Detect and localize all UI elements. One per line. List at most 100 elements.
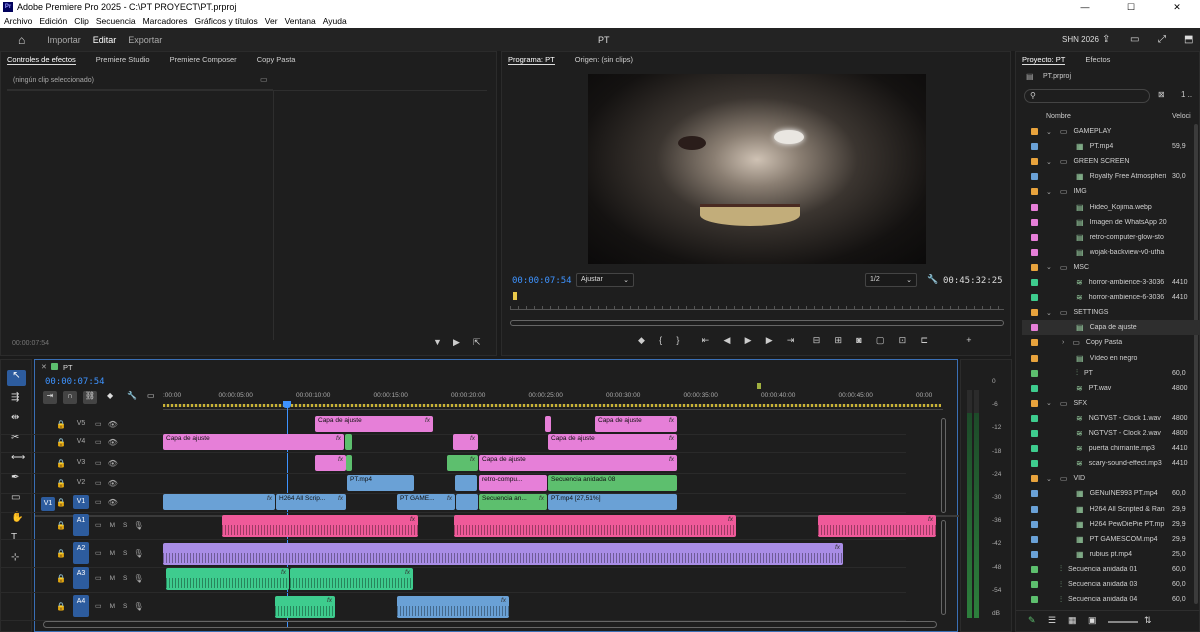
step-back-icon[interactable]: ◀ [723,335,730,346]
in-icon[interactable]: { [659,335,662,345]
track-select-icon[interactable]: ⇶ [11,392,19,403]
audio-scrollbar[interactable] [941,520,946,615]
proxy-icon[interactable]: ⊡ [899,335,907,346]
project-item[interactable]: ⌄ ▭ IMG [1022,184,1200,199]
timeline-clip[interactable]: fx [222,515,418,537]
menu-item[interactable]: Edición [39,16,67,26]
label-color[interactable] [1031,248,1038,256]
extract-icon[interactable]: ⊞ [834,335,842,346]
horizontal-scrollbar[interactable] [43,621,937,628]
tab-premiere-studio[interactable]: Premiere Studio [96,55,150,64]
menu-item[interactable]: Ver [265,16,278,26]
track-target-v1[interactable]: V1 [72,495,89,509]
tab-program[interactable]: Programa: PT [508,55,555,65]
menu-item[interactable]: Gráficos y títulos [194,16,257,26]
tab-effect-controls[interactable]: Controles de efectos [7,55,76,65]
microphone-icon[interactable]: 🎙 [133,602,143,611]
chevron-down-icon[interactable]: ⌄ [1046,188,1052,196]
sequence-tab[interactable]: PT [63,363,73,372]
label-color[interactable] [1031,550,1038,558]
project-item[interactable]: ≋ scary-sound-effect.mp3 4410 [1022,456,1200,471]
goto-in-icon[interactable]: ⇤ [702,335,710,346]
export-icon[interactable]: ⇱ [473,337,481,348]
lock-icon[interactable]: 🔒 [56,498,66,507]
sequence-marker[interactable] [757,383,761,389]
solo-button[interactable]: S [123,603,127,610]
close-icon[interactable]: ✕ [41,363,47,371]
lock-icon[interactable]: 🔒 [56,459,66,468]
share-icon[interactable]: ⇪ [1102,34,1110,45]
magnet-icon[interactable]: ∩ [63,391,77,404]
menu-item[interactable]: Ventana [285,16,316,26]
project-item[interactable]: ▤ Vídeo en negro [1022,351,1200,366]
go-to-start-icon[interactable]: ▶ [453,337,460,348]
lock-icon[interactable]: 🔒 [56,549,66,558]
label-color[interactable] [1031,309,1038,317]
project-item[interactable]: ⫶ PT 60,0 [1022,366,1200,381]
project-item[interactable]: ≋ horror-ambience-3-3036 4410 [1022,275,1200,290]
add-marker-icon[interactable]: ◆ [107,391,113,400]
snap-icon[interactable]: ⇥ [43,391,57,404]
fullscreen-icon[interactable]: ⤢ [1158,34,1166,45]
project-item[interactable]: › ▭ Copy Pasta [1022,335,1200,350]
timeline-clip[interactable]: Secuencia anidada 08 [548,475,677,491]
project-item[interactable]: ≋ PT.wav 4800 [1022,381,1200,396]
source-patch-v1[interactable]: V1 [41,497,55,511]
type-icon[interactable]: T [11,532,17,543]
mute-button[interactable]: M [110,603,115,610]
timeline-clip[interactable]: fx [275,596,335,618]
project-item[interactable]: ▦ rubius pt.mp4 25,0 [1022,547,1200,562]
project-item[interactable]: ▦ GENuINE993 PT.mp4 60,0 [1022,486,1200,501]
lift-icon[interactable]: ⊟ [813,335,821,346]
label-color[interactable] [1031,596,1038,604]
label-color[interactable] [1031,203,1038,211]
timeline-clip[interactable]: fx [447,455,478,471]
timeline-clip[interactable]: fx [163,543,843,565]
sync-icon[interactable]: ▭ [95,438,102,446]
timeline-clip[interactable]: PT.mp4 [27,51%] [548,494,677,510]
zoom-scrollbar[interactable] [510,320,1004,326]
project-item[interactable]: ⫶ Secuencia anidada 03 60,0 [1022,577,1200,592]
timeline-clip[interactable]: fx [453,434,478,450]
settings-wrench-icon[interactable]: 🔧 [127,391,137,400]
playhead-marker[interactable] [513,292,517,300]
project-item[interactable]: ⌄ ▭ GREEN SCREEN [1022,154,1200,169]
resolution-dropdown[interactable]: 1/2 ⌄ [865,273,917,287]
timeline-clip[interactable]: fx [454,515,736,537]
notification-icon[interactable]: ▭ [1130,34,1139,45]
track-target-v5[interactable]: V5 [73,417,89,431]
track-target-a1[interactable]: A1 [72,514,89,536]
sync-icon[interactable]: ▭ [95,479,102,487]
tab-source[interactable]: Origen: (sin clips) [575,55,633,64]
track-target-v3[interactable]: V3 [73,456,89,470]
timeline-clip[interactable] [456,494,478,510]
timeline-clip[interactable]: fx [818,515,936,537]
more-icon[interactable]: 1 .. [1181,90,1192,99]
ripple-edit-icon[interactable]: ⇹ [11,412,19,423]
project-item[interactable]: ▦ H264 PewDiePie PT.mp 29,9 [1022,517,1200,532]
work-area-bar[interactable] [163,404,941,407]
label-color[interactable] [1031,339,1038,347]
tab-export[interactable]: Exportar [128,35,162,45]
sync-icon[interactable]: ▭ [95,521,102,529]
project-item[interactable]: ⌄ ▭ SFX [1022,396,1200,411]
track-target-v2[interactable]: V2 [73,476,89,490]
label-color[interactable] [1031,505,1038,513]
chevron-down-icon[interactable]: ⌄ [1046,309,1052,317]
timeline-clip[interactable]: retro-compu... [479,475,547,491]
eye-icon[interactable]: 👁 [108,479,118,488]
project-item[interactable]: ⫶ Secuencia anidada 04 60,0 [1022,592,1200,607]
label-color[interactable] [1031,188,1038,196]
eye-icon[interactable]: 👁 [108,498,118,507]
menu-item[interactable]: Secuencia [96,16,136,26]
export-frame-icon[interactable]: ◙ [856,335,861,345]
track-target-v4[interactable]: V4 [73,435,89,449]
project-item[interactable]: ▤ Imagen de WhatsApp 20 [1022,215,1200,230]
timeline-clip[interactable]: fx [166,568,289,590]
project-item[interactable]: ≋ horror-ambience-6-3036 4410 [1022,290,1200,305]
linked-selection-icon[interactable]: ⛓ [83,391,97,404]
menu-item[interactable]: Ayuda [323,16,347,26]
track-target-a3[interactable]: A3 [72,567,89,589]
chevron-down-icon[interactable]: ⌄ [1046,128,1052,136]
add-icon[interactable]: + [966,335,971,345]
